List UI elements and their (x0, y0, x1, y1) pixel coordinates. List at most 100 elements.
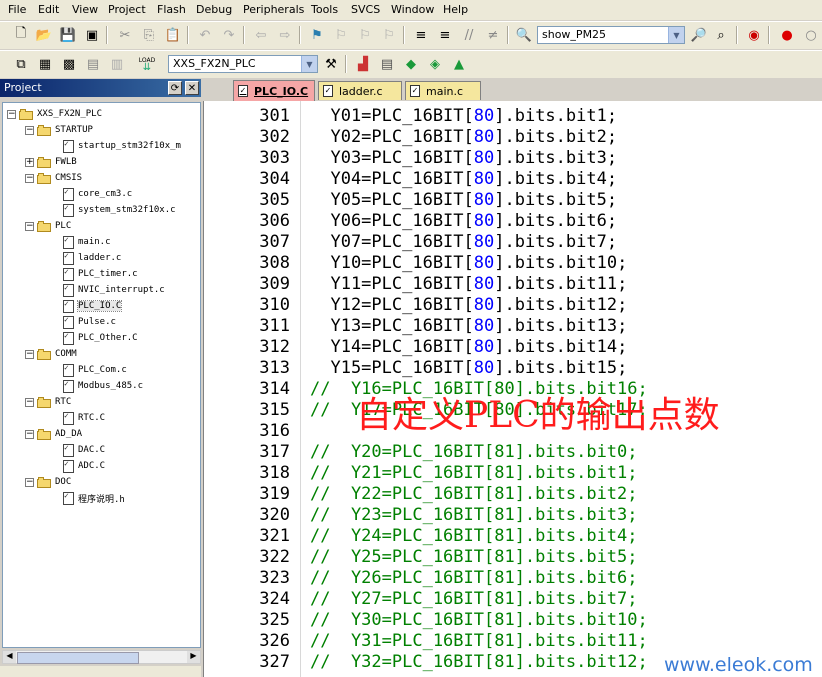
batch-build-icon[interactable]: ▤ (84, 55, 102, 73)
find-combo[interactable]: show_PM25 ▼ (537, 26, 685, 44)
menu-project[interactable]: Project (108, 3, 146, 16)
save-icon[interactable]: 💾 (59, 26, 77, 44)
code-line: 326 // Y31=PLC_16BIT[81].bits.bit11; (204, 631, 822, 652)
tree-file[interactable]: 程序说明.h (63, 491, 125, 505)
tree-horizontal-scrollbar[interactable]: ◀ ▶ (2, 650, 201, 664)
collapse-icon[interactable]: − (7, 109, 16, 119)
find-in-files-icon[interactable]: 🔍 (515, 26, 533, 44)
new-file-icon[interactable]: 🗋 (12, 26, 30, 44)
unindent-icon[interactable]: ≡ (436, 26, 454, 44)
open-folder-icon[interactable]: 📂 (35, 26, 53, 44)
tab-ladder-c[interactable]: ✓ ladder.c (318, 81, 402, 100)
menu-tools[interactable]: Tools (311, 3, 338, 16)
collapse-icon[interactable]: − (25, 125, 34, 135)
tree-file[interactable]: PLC_IO.C (63, 299, 123, 313)
code-segment: Y02=PLC_16BIT[ (310, 127, 474, 147)
next-bookmark-icon[interactable]: ⚐ (356, 26, 374, 44)
tree-group-doc[interactable]: − DOC (25, 475, 71, 489)
file-extensions-icon[interactable]: ▤ (378, 55, 396, 73)
scroll-right-icon[interactable]: ▶ (187, 651, 200, 663)
redo-icon[interactable]: ↷ (220, 26, 238, 44)
translate-icon[interactable]: ⧉ (12, 55, 30, 73)
target-options-icon[interactable]: ⚒ (322, 55, 340, 73)
close-icon[interactable]: ✕ (185, 81, 199, 95)
menu-svcs[interactable]: SVCS (351, 3, 380, 16)
nav-forward-icon[interactable]: ⇨ (276, 26, 294, 44)
undo-icon[interactable]: ↶ (196, 26, 214, 44)
copy-icon[interactable]: ⎘ (140, 26, 158, 44)
manage-packs-icon[interactable]: ◆ (402, 55, 420, 73)
manage-components-icon[interactable]: ▟ (354, 55, 372, 73)
rebuild-icon[interactable]: ▩ (60, 55, 78, 73)
tree-file[interactable]: Pulse.c (63, 315, 116, 329)
pin-icon[interactable]: ⟳ (168, 81, 182, 95)
menu-debug[interactable]: Debug (196, 3, 232, 16)
tree-group-cmsis[interactable]: − CMSIS (25, 171, 82, 185)
code-segment: Y11=PLC_16BIT[ (310, 274, 474, 294)
tree-file[interactable]: core_cm3.c (63, 187, 132, 201)
stop-build-icon[interactable]: ▥ (108, 55, 126, 73)
tree-group-rtc[interactable]: − RTC (25, 395, 71, 409)
tree-file[interactable]: ladder.c (63, 251, 121, 265)
tree-file[interactable]: DAC.C (63, 443, 105, 457)
tree-file[interactable]: PLC_Other.C (63, 331, 138, 345)
menu-view[interactable]: View (72, 3, 98, 16)
collapse-icon[interactable]: − (25, 429, 34, 439)
tree-group-comm[interactable]: − COMM (25, 347, 77, 361)
target-combo[interactable]: XXS_FX2N_PLC ▼ (168, 55, 318, 73)
prev-bookmark-icon[interactable]: ⚐ (332, 26, 350, 44)
menu-window[interactable]: Window (391, 3, 434, 16)
scroll-thumb[interactable] (17, 652, 139, 664)
save-all-icon[interactable]: ▣ (83, 26, 101, 44)
tree-file[interactable]: PLC_Com.c (63, 363, 127, 377)
chevron-down-icon[interactable]: ▼ (301, 56, 317, 72)
code-text: Y11=PLC_16BIT[80].bits.bit11; (310, 274, 627, 294)
run-time-environment-icon[interactable]: ▲ (450, 55, 468, 73)
tree-group-plc[interactable]: − PLC (25, 219, 71, 233)
menu-flash[interactable]: Flash (157, 3, 186, 16)
tree-group-ad_da[interactable]: − AD_DA (25, 427, 82, 441)
tree-file[interactable]: RTC.C (63, 411, 105, 425)
build-icon[interactable]: ▦ (36, 55, 54, 73)
expand-icon[interactable]: + (25, 157, 34, 167)
tree-file[interactable]: system_stm32f10x.c (63, 203, 176, 217)
file-icon (63, 315, 74, 329)
comment-icon[interactable]: // (460, 26, 478, 44)
breakpoint-icon[interactable]: ● (778, 26, 796, 44)
select-pack-icon[interactable]: ◈ (426, 55, 444, 73)
disable-breakpoint-icon[interactable]: ○ (802, 26, 820, 44)
cut-icon[interactable]: ✂ (116, 26, 134, 44)
tree-file[interactable]: NVIC_interrupt.c (63, 283, 165, 297)
menu-help[interactable]: Help (443, 3, 468, 16)
tree-file[interactable]: PLC_timer.c (63, 267, 138, 281)
tree-file[interactable]: startup_stm32f10x_m (63, 139, 181, 153)
chevron-down-icon[interactable]: ▼ (668, 27, 684, 43)
paste-icon[interactable]: 📋 (164, 26, 182, 44)
find-icon[interactable]: 🔎 (690, 26, 708, 44)
uncomment-icon[interactable]: ≠ (484, 26, 502, 44)
collapse-icon[interactable]: − (25, 349, 34, 359)
bookmark-icon[interactable]: ⚑ (308, 26, 326, 44)
tree-group-fwlb[interactable]: + FWLB (25, 155, 77, 169)
nav-back-icon[interactable]: ⇦ (252, 26, 270, 44)
tree-file[interactable]: main.c (63, 235, 111, 249)
menu-file[interactable]: File (8, 3, 26, 16)
tab-plc-io-c[interactable]: ✓ PLC_IO.C (233, 80, 315, 101)
debug-session-icon[interactable]: ◉ (745, 26, 763, 44)
clear-bookmarks-icon[interactable]: ⚐ (380, 26, 398, 44)
indent-icon[interactable]: ≡ (412, 26, 430, 44)
tree-file[interactable]: Modbus_485.c (63, 379, 143, 393)
collapse-icon[interactable]: − (25, 173, 34, 183)
tree-file[interactable]: ADC.C (63, 459, 105, 473)
incremental-find-icon[interactable]: ⌕ (712, 26, 730, 44)
load-icon[interactable]: LOAD ⇊ (138, 55, 156, 73)
tree-root[interactable]: − XXS_FX2N_PLC (7, 107, 102, 121)
tab-main-c[interactable]: ✓ main.c (405, 81, 481, 100)
collapse-icon[interactable]: − (25, 221, 34, 231)
scroll-left-icon[interactable]: ◀ (3, 651, 16, 663)
tree-group-startup[interactable]: − STARTUP (25, 123, 93, 137)
menu-edit[interactable]: Edit (38, 3, 59, 16)
collapse-icon[interactable]: − (25, 477, 34, 487)
collapse-icon[interactable]: − (25, 397, 34, 407)
menu-peripherals[interactable]: Peripherals (243, 3, 304, 16)
